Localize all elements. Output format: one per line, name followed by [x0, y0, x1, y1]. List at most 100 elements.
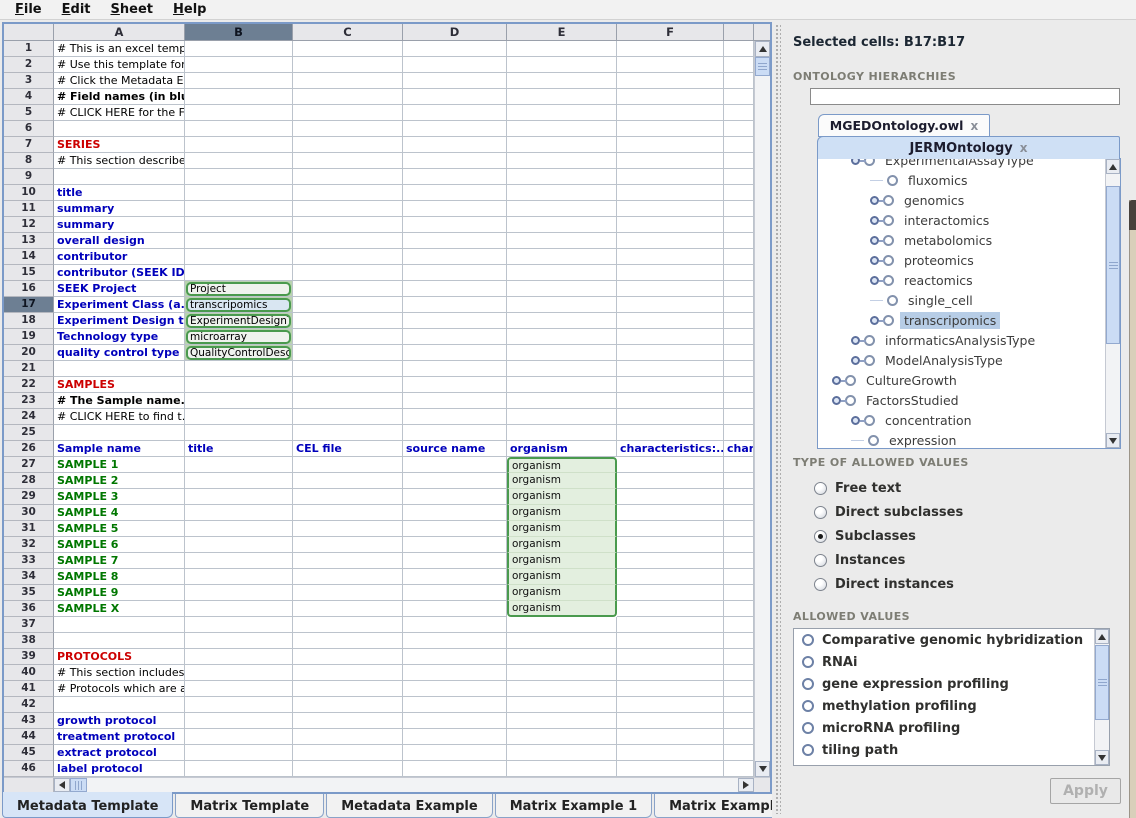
row-header-11[interactable]: 11	[4, 201, 54, 217]
cell[interactable]	[293, 585, 403, 601]
cell[interactable]	[293, 169, 403, 185]
radio-button-icon[interactable]	[814, 530, 827, 543]
tree-collapsed-handle-icon[interactable]	[870, 256, 879, 265]
row-header-33[interactable]: 33	[4, 553, 54, 569]
cell[interactable]	[403, 169, 507, 185]
cell[interactable]	[507, 249, 617, 265]
tree-item-expression[interactable]: expression	[818, 430, 1105, 448]
cell[interactable]	[507, 329, 617, 345]
cell[interactable]: # CLICK HERE to find t...	[54, 409, 185, 425]
cell[interactable]	[617, 297, 724, 313]
cell[interactable]: summary	[54, 201, 185, 217]
cell[interactable]	[724, 473, 754, 489]
cell[interactable]	[403, 201, 507, 217]
ontology-cell[interactable]: organism	[507, 601, 617, 617]
dropdown-cell[interactable]: QualityControlDesc...	[185, 345, 293, 361]
cell[interactable]	[617, 649, 724, 665]
column-header-C[interactable]: C	[293, 24, 403, 41]
dropdown-value[interactable]: Project	[186, 282, 291, 296]
cell[interactable]	[617, 105, 724, 121]
cell[interactable]	[185, 601, 293, 617]
cell[interactable]	[403, 233, 507, 249]
cell[interactable]	[507, 185, 617, 201]
cell[interactable]	[293, 329, 403, 345]
sheet-tab-metadata-example[interactable]: Metadata Example	[326, 794, 493, 818]
cell[interactable]	[507, 89, 617, 105]
ontology-cell[interactable]: organism	[507, 473, 617, 489]
row-header-5[interactable]: 5	[4, 105, 54, 121]
grid-corner[interactable]	[4, 24, 54, 41]
cell[interactable]	[724, 265, 754, 281]
cell[interactable]	[54, 697, 185, 713]
cell[interactable]: contributor	[54, 249, 185, 265]
tree-item-factorsstudied[interactable]: FactorsStudied	[818, 390, 1105, 410]
cell[interactable]	[403, 537, 507, 553]
dropdown-value[interactable]: QualityControlDesc...	[186, 346, 291, 360]
cell[interactable]	[185, 41, 293, 57]
row-header-27[interactable]: 27	[4, 457, 54, 473]
tree-collapsed-handle-icon[interactable]	[870, 216, 879, 225]
cell[interactable]: SAMPLE 5	[54, 521, 185, 537]
scroll-up-button[interactable]	[1106, 159, 1120, 174]
cell[interactable]: SEEK Project	[54, 281, 185, 297]
cell[interactable]	[293, 89, 403, 105]
cell[interactable]	[617, 537, 724, 553]
cell[interactable]	[403, 681, 507, 697]
cell[interactable]	[403, 745, 507, 761]
cell[interactable]	[724, 633, 754, 649]
row-header-42[interactable]: 42	[4, 697, 54, 713]
cell[interactable]	[403, 281, 507, 297]
cell[interactable]: Sample name	[54, 441, 185, 457]
cell[interactable]: label protocol	[54, 761, 185, 777]
cell[interactable]	[507, 681, 617, 697]
cell[interactable]	[617, 41, 724, 57]
cell[interactable]	[617, 89, 724, 105]
cell[interactable]	[617, 233, 724, 249]
tree-item-interactomics[interactable]: interactomics	[818, 210, 1105, 230]
cell[interactable]	[617, 73, 724, 89]
ontology-cell[interactable]: organism	[507, 505, 617, 521]
row-header-22[interactable]: 22	[4, 377, 54, 393]
cell[interactable]	[507, 649, 617, 665]
radio-direct-subclasses[interactable]: Direct subclasses	[814, 502, 963, 522]
cell[interactable]	[185, 505, 293, 521]
cell[interactable]	[293, 697, 403, 713]
column-header-F[interactable]: F	[617, 24, 724, 41]
ontology-search-input[interactable]	[810, 88, 1120, 105]
cell[interactable]: SAMPLE 8	[54, 569, 185, 585]
menu-sheet[interactable]: Sheet	[102, 1, 162, 18]
cell[interactable]	[617, 377, 724, 393]
row-header-7[interactable]: 7	[4, 137, 54, 153]
radio-button-icon[interactable]	[814, 506, 827, 519]
cell[interactable]	[507, 761, 617, 777]
row-header-1[interactable]: 1	[4, 41, 54, 57]
cell[interactable]: CEL file	[293, 441, 403, 457]
cell[interactable]	[293, 121, 403, 137]
cell[interactable]: organism	[507, 441, 617, 457]
close-tab-icon[interactable]: x	[1020, 141, 1028, 155]
row-header-46[interactable]: 46	[4, 761, 54, 777]
row-header-25[interactable]: 25	[4, 425, 54, 441]
cell[interactable]	[185, 633, 293, 649]
cell[interactable]: title	[54, 185, 185, 201]
spreadsheet-grid[interactable]: 1# This is an excel templa...2# Use this…	[4, 41, 754, 777]
cell[interactable]	[617, 761, 724, 777]
cell[interactable]	[724, 681, 754, 697]
close-tab-icon[interactable]: x	[970, 119, 978, 133]
cell[interactable]	[403, 473, 507, 489]
cell[interactable]	[403, 265, 507, 281]
cell[interactable]	[403, 217, 507, 233]
cell[interactable]: SAMPLE 1	[54, 457, 185, 473]
cell[interactable]	[185, 121, 293, 137]
tree-collapsed-handle-icon[interactable]	[851, 416, 860, 425]
list-item[interactable]: Comparative genomic hybridization	[794, 629, 1109, 651]
cell[interactable]	[724, 361, 754, 377]
row-header-8[interactable]: 8	[4, 153, 54, 169]
cell[interactable]	[724, 329, 754, 345]
cell[interactable]	[403, 649, 507, 665]
cell[interactable]	[185, 585, 293, 601]
cell[interactable]: SAMPLE 2	[54, 473, 185, 489]
cell[interactable]	[293, 633, 403, 649]
scroll-left-button[interactable]	[54, 778, 70, 792]
cell[interactable]	[293, 313, 403, 329]
